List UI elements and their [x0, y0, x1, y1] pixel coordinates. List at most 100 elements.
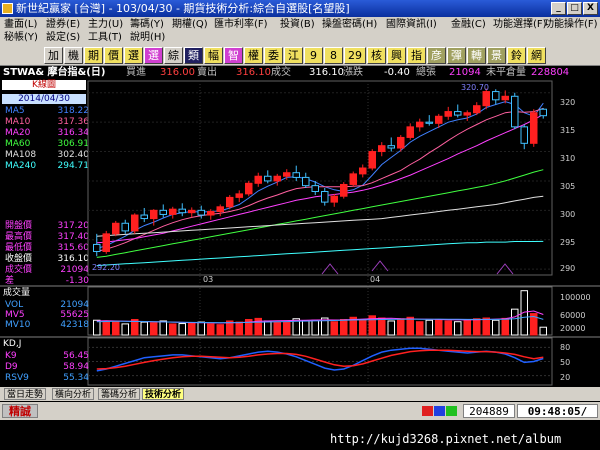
ohlc-name: 成交價	[5, 265, 33, 275]
toolbar-btn-yan[interactable]: 彦	[427, 47, 446, 64]
volume-bar	[292, 318, 300, 336]
menu-item-fx-rates[interactable]: 匯市利率(F)	[214, 18, 268, 31]
minimize-button[interactable]: _	[551, 2, 566, 15]
candle-body	[378, 145, 386, 153]
toolbar-btn-9[interactable]: 9	[304, 47, 323, 64]
volume-bar	[340, 318, 348, 336]
menu-item-invest[interactable]: 投資(B)	[280, 18, 315, 31]
volume-bar	[283, 321, 291, 336]
toolbar-btn-range[interactable]: 幅	[204, 47, 223, 64]
toolbar-btn-add[interactable]: 加	[44, 47, 63, 64]
candle-body	[112, 222, 120, 235]
tab-technical[interactable]: 技術分析	[142, 388, 185, 400]
close-button[interactable]: X	[583, 2, 598, 15]
vol-name: MV5	[5, 310, 25, 320]
toolbar-btn-29[interactable]: 29	[344, 47, 366, 64]
signal-marker	[496, 263, 514, 275]
ohlc-row: 最低價 315.60	[5, 243, 89, 253]
kd-value: 58.94	[63, 362, 89, 372]
menu-item-intl-info[interactable]: 國際資訊(I)	[386, 18, 437, 31]
volume-bar	[492, 319, 500, 336]
candle-body	[273, 175, 281, 182]
volume-tick: 100000	[560, 293, 591, 302]
menu-item-trading-code[interactable]: 操盤密碼(H)	[322, 18, 377, 31]
toolbar-btn-warrant[interactable]: 權	[244, 47, 263, 64]
candle-body	[463, 112, 471, 116]
ma-value: 317.36	[57, 117, 90, 127]
toolbar-btn-web[interactable]: 網	[527, 47, 546, 64]
price-tick: 300	[560, 210, 576, 219]
menu-item-func-select[interactable]: 功能選擇(F)	[493, 18, 547, 31]
toolbar-btn-select[interactable]: 選	[124, 47, 143, 64]
candle-body	[102, 233, 110, 252]
kd-name: K9	[5, 351, 17, 361]
ma-value: 316.34	[57, 128, 90, 138]
low-marker: 292.20	[92, 263, 120, 272]
toolbar-btn-rise[interactable]: 興	[387, 47, 406, 64]
toolbar-btn-commission[interactable]: 委	[264, 47, 283, 64]
kd-line-d9	[96, 349, 544, 370]
menu-item-func-operate[interactable]: 功能操作(F)	[544, 18, 598, 31]
toolbar-btn-core[interactable]: 核	[367, 47, 386, 64]
toolbar-btn-machine[interactable]: 機	[64, 47, 83, 64]
candle-body	[454, 111, 462, 116]
toolbar-btn-smart[interactable]: 智	[224, 47, 243, 64]
ma-line-ma10	[96, 107, 544, 252]
ohlc-value: -1.30	[65, 276, 89, 286]
volume-bar	[368, 315, 376, 336]
signal-marker	[321, 263, 339, 275]
watermark-url: http://kujd3268.pixnet.net/album	[330, 432, 562, 446]
toolbar-btn-price[interactable]: 價	[104, 47, 123, 64]
toolbar-btn-composite[interactable]: 綜	[164, 47, 183, 64]
symbol-label: STWA& 摩台指&(日)	[3, 67, 106, 78]
toolbar-btn-scene[interactable]: 景	[487, 47, 506, 64]
candle-body	[178, 208, 186, 214]
ma-name: MA5	[5, 106, 25, 116]
volume-bar	[235, 321, 243, 336]
toolbar-btn-river[interactable]: 江	[284, 47, 303, 64]
menu-item-finance[interactable]: 金融(C)	[451, 18, 486, 31]
candle-body	[349, 173, 357, 185]
candle-body	[406, 126, 414, 138]
ma-name: MA10	[5, 117, 31, 127]
maximize-button[interactable]: □	[567, 2, 582, 15]
toolbar-btn-8[interactable]: 8	[324, 47, 343, 64]
volume-bar	[511, 308, 519, 336]
volume-value: 21094	[449, 67, 481, 78]
menu-item-tools[interactable]: 工具(T)	[88, 31, 122, 44]
toolbar-btn-bell[interactable]: 鈴	[507, 47, 526, 64]
ohlc-value: 316.10	[57, 254, 90, 264]
menu-item-chips[interactable]: 籌碼(Y)	[130, 18, 164, 31]
candle-body	[254, 175, 262, 184]
tab-chips[interactable]: 籌碼分析	[98, 388, 141, 400]
panel-frame	[87, 80, 553, 276]
tab-intraday[interactable]: 當日走勢	[4, 388, 47, 400]
ohlc-value: 21094	[60, 265, 89, 275]
volume-bar	[245, 318, 253, 336]
menu-item-securities[interactable]: 證券(E)	[46, 18, 80, 31]
volume-bar	[330, 321, 338, 336]
volume-bar	[150, 322, 158, 336]
candle-body	[150, 209, 158, 220]
tab-horizontal[interactable]: 橫向分析	[52, 388, 95, 400]
candle-body	[292, 172, 300, 178]
price-tick: 320	[560, 98, 576, 107]
menu-item-options[interactable]: 期權(Q)	[172, 18, 208, 31]
volume-bar	[349, 316, 357, 336]
candle-body	[473, 105, 481, 114]
toolbar-btn-futures[interactable]: 期	[84, 47, 103, 64]
ma-row: MA240 294.71	[5, 161, 89, 171]
kd-value: 56.45	[63, 351, 89, 361]
menu-item-major[interactable]: 主力(U)	[88, 18, 123, 31]
menu-item-secret[interactable]: 秘帳(Y)	[4, 31, 38, 44]
menu-item-help[interactable]: 說明(H)	[130, 31, 165, 44]
menu-item-settings[interactable]: 設定(S)	[46, 31, 80, 44]
toolbar-btn-select-2[interactable]: 選	[144, 47, 163, 64]
toolbar-btn-category[interactable]: 類	[184, 47, 203, 64]
toolbar-btn-index[interactable]: 指	[407, 47, 426, 64]
toolbar-btn-turn[interactable]: 轉	[467, 47, 486, 64]
panel-frame	[87, 286, 553, 336]
candle-body	[520, 126, 528, 144]
menu-item-screen[interactable]: 畫面(L)	[4, 18, 37, 31]
toolbar-btn-bounce[interactable]: 彈	[447, 47, 466, 64]
